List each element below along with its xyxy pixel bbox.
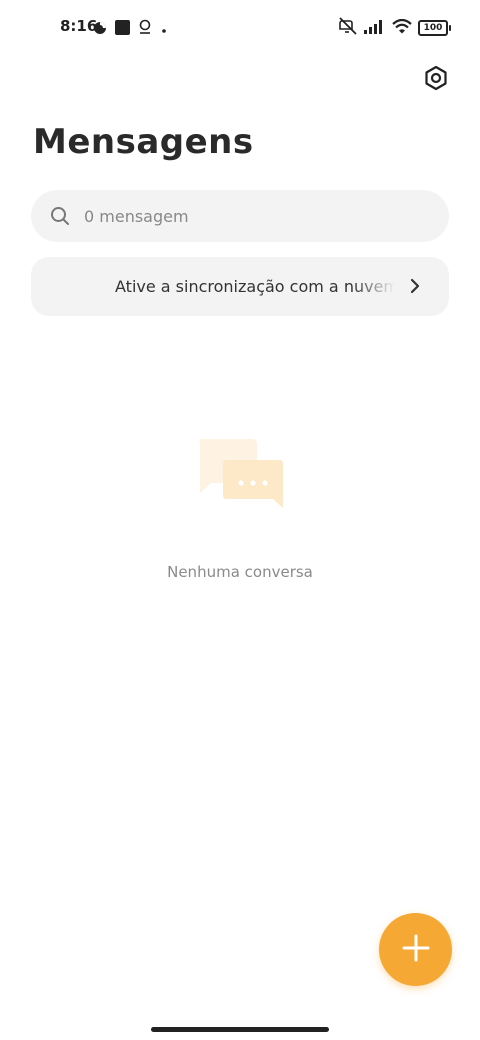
new-conversation-button[interactable] [379, 913, 452, 986]
search-input[interactable] [82, 205, 406, 227]
search-icon [50, 206, 70, 226]
page-title: Mensagens [33, 122, 254, 162]
signal-icon [364, 19, 386, 38]
square-notification-icon [115, 19, 130, 39]
chevron-right-icon [406, 277, 424, 295]
data-saver-icon [93, 20, 107, 39]
settings-hexagon-icon [423, 65, 449, 95]
search-bar[interactable] [31, 190, 449, 242]
battery-icon: 100 [418, 20, 451, 36]
cloud-sync-banner[interactable]: Ative a sincronização com a nuvem para [31, 257, 449, 316]
status-time: 8:16 [60, 17, 98, 35]
chat-bubbles-icon [196, 437, 286, 517]
settings-button[interactable] [421, 65, 451, 95]
status-left-icons [93, 19, 168, 39]
wifi-icon [392, 18, 412, 38]
status-bar: 8:16 100 [0, 0, 480, 56]
empty-state-text: Nenhuma conversa [167, 563, 313, 581]
dot-icon [160, 20, 168, 39]
home-indicator[interactable] [151, 1027, 329, 1032]
location-pin-icon [138, 19, 152, 39]
mute-vibrate-icon [338, 17, 358, 39]
sync-banner-text: Ative a sincronização com a nuvem para [115, 277, 395, 296]
plus-icon [402, 934, 430, 966]
status-right-icons: 100 [338, 17, 451, 39]
